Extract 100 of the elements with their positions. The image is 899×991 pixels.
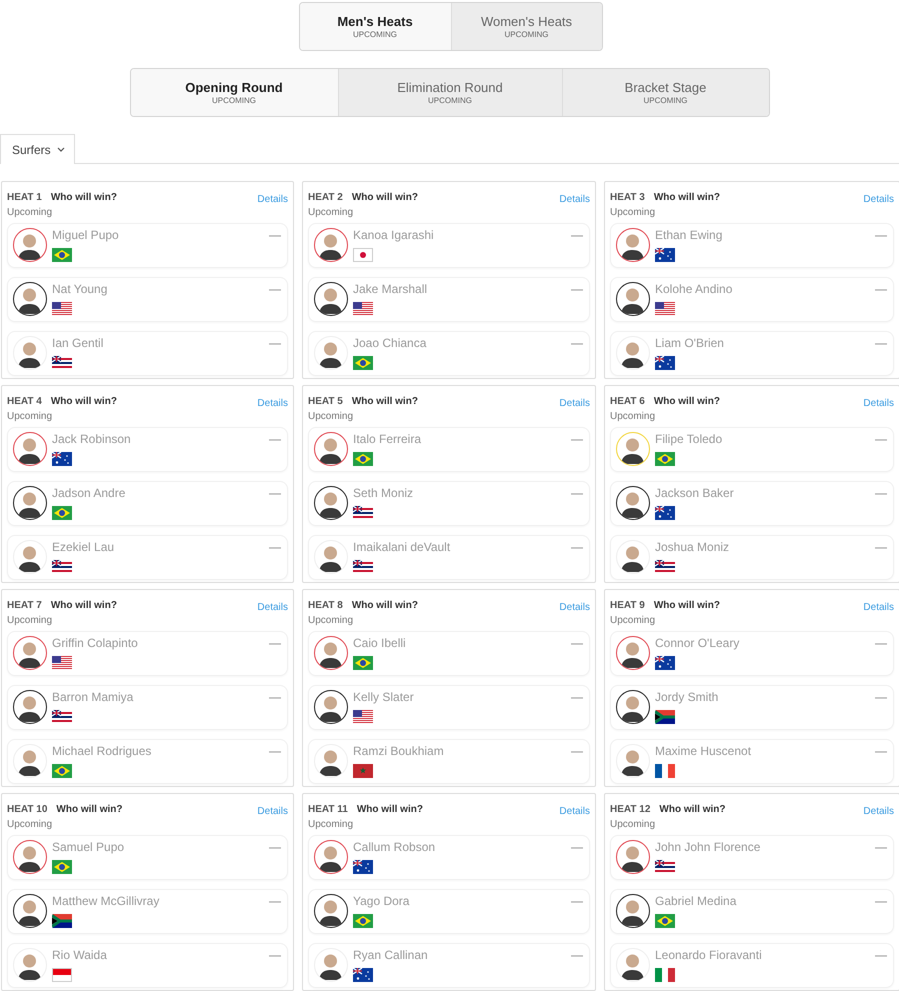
flag-icon	[353, 356, 373, 370]
surfer-row[interactable]: Maxime Huscenot —	[610, 739, 894, 784]
details-link[interactable]: Details	[863, 397, 894, 410]
heat-question: Who will win?	[654, 599, 720, 612]
flag-icon	[655, 764, 675, 778]
surfers-dropdown[interactable]: Surfers	[0, 134, 75, 164]
surfer-name: Griffin Colapinto	[52, 636, 138, 651]
surfer-row[interactable]: Connor O'Leary —	[610, 631, 894, 676]
flag-icon	[52, 560, 72, 574]
surfer-row[interactable]: Ian Gentil —	[7, 331, 288, 376]
tab[interactable]: Elimination Round UPCOMING	[338, 69, 562, 116]
score: —	[269, 228, 281, 243]
tab[interactable]: Women's Heats UPCOMING	[450, 3, 602, 50]
tab[interactable]: Opening Round UPCOMING	[130, 69, 338, 116]
surfer-name: Kanoa Igarashi	[353, 228, 434, 243]
score: —	[269, 636, 281, 651]
tab[interactable]: Men's Heats UPCOMING	[300, 3, 450, 50]
surfer-row[interactable]: Nat Young —	[7, 277, 288, 322]
heat-status: Upcoming	[308, 410, 354, 423]
surfer-row[interactable]: Gabriel Medina —	[610, 889, 894, 934]
surfer-row[interactable]: John John Florence —	[610, 835, 894, 880]
surfer-row[interactable]: Callum Robson —	[308, 835, 590, 880]
score: —	[269, 840, 281, 855]
score: —	[875, 636, 887, 651]
details-link[interactable]: Details	[559, 601, 590, 614]
surfer-row[interactable]: Liam O'Brien —	[610, 331, 894, 376]
score: —	[269, 690, 281, 705]
surfer-row[interactable]: Ethan Ewing —	[610, 223, 894, 268]
surfer-row[interactable]: Joao Chianca —	[308, 331, 590, 376]
score: —	[875, 540, 887, 555]
surfer-name: Michael Rodrigues	[52, 744, 152, 759]
surfer-name: Ryan Callinan	[353, 948, 428, 963]
flag-icon	[353, 968, 373, 982]
heat-question: Who will win?	[352, 395, 418, 408]
surfer-row[interactable]: Filipe Toledo —	[610, 427, 894, 472]
flag-icon	[655, 860, 675, 874]
flag-icon	[52, 968, 72, 982]
score: —	[875, 690, 887, 705]
details-link[interactable]: Details	[559, 397, 590, 410]
score: —	[269, 432, 281, 447]
surfer-row[interactable]: Rio Waida —	[7, 943, 288, 988]
surfer-row[interactable]: Leonardo Fioravanti —	[610, 943, 894, 988]
surfer-name: Rio Waida	[52, 948, 107, 963]
details-link[interactable]: Details	[257, 193, 288, 206]
surfer-row[interactable]: Caio Ibelli —	[308, 631, 590, 676]
score: —	[571, 840, 583, 855]
score: —	[875, 282, 887, 297]
tab[interactable]: Bracket Stage UPCOMING	[562, 69, 768, 116]
surfer-row[interactable]: Kelly Slater —	[308, 685, 590, 730]
details-link[interactable]: Details	[863, 601, 894, 614]
score: —	[571, 948, 583, 963]
heat-status: Upcoming	[7, 818, 52, 831]
details-link[interactable]: Details	[863, 805, 894, 818]
surfer-row[interactable]: Ezekiel Lau —	[7, 535, 288, 580]
surfer-row[interactable]: Seth Moniz —	[308, 481, 590, 526]
surfer-row[interactable]: Samuel Pupo —	[7, 835, 288, 880]
surfer-name: John John Florence	[655, 840, 760, 855]
surfer-name: Matthew McGillivray	[52, 894, 160, 909]
score: —	[571, 894, 583, 909]
surfer-row[interactable]: Miguel Pupo —	[7, 223, 288, 268]
details-link[interactable]: Details	[257, 397, 288, 410]
surfer-name: Jackson Baker	[655, 486, 734, 501]
surfer-row[interactable]: Kanoa Igarashi —	[308, 223, 590, 268]
surfer-row[interactable]: Ryan Callinan —	[308, 943, 590, 988]
heat-number: HEAT 11	[308, 803, 348, 816]
heat-question: Who will win?	[356, 803, 423, 816]
score: —	[571, 540, 583, 555]
surfer-row[interactable]: Jack Robinson —	[7, 427, 288, 472]
surfer-name: Samuel Pupo	[52, 840, 124, 855]
surfer-name: Barron Mamiya	[52, 690, 134, 705]
surfer-row[interactable]: Barron Mamiya —	[7, 685, 288, 730]
details-link[interactable]: Details	[257, 805, 288, 818]
details-link[interactable]: Details	[257, 601, 288, 614]
surfer-row[interactable]: Italo Ferreira —	[308, 427, 590, 472]
surfer-row[interactable]: Griffin Colapinto —	[7, 631, 288, 676]
surfer-row[interactable]: Jadson Andre —	[7, 481, 288, 526]
surfer-row[interactable]: Ramzi Boukhiam —	[308, 739, 590, 784]
surfer-row[interactable]: Jackson Baker —	[610, 481, 894, 526]
details-link[interactable]: Details	[863, 193, 894, 206]
flag-icon	[655, 968, 675, 982]
surfer-name: Imaikalani deVault	[353, 540, 450, 555]
surfer-row[interactable]: Matthew McGillivray —	[7, 889, 288, 934]
surfer-row[interactable]: Michael Rodrigues —	[7, 739, 288, 784]
score: —	[571, 636, 583, 651]
score: —	[875, 432, 887, 447]
surfer-row[interactable]: Imaikalani deVault —	[308, 535, 590, 580]
heat-question: Who will win?	[56, 803, 122, 816]
details-link[interactable]: Details	[559, 805, 590, 818]
surfer-row[interactable]: Jake Marshall —	[308, 277, 590, 322]
caret-icon	[56, 147, 65, 152]
surfer-row[interactable]: Yago Dora —	[308, 889, 590, 934]
score: —	[571, 690, 583, 705]
surfer-row[interactable]: Jordy Smith —	[610, 685, 894, 730]
surfer-row[interactable]: Kolohe Andino —	[610, 277, 894, 322]
surfer-row[interactable]: Joshua Moniz —	[610, 535, 894, 580]
score: —	[571, 336, 583, 351]
details-link[interactable]: Details	[559, 193, 590, 206]
heat-status: Upcoming	[308, 818, 354, 831]
flag-icon	[353, 656, 373, 670]
flag-icon	[353, 302, 373, 316]
